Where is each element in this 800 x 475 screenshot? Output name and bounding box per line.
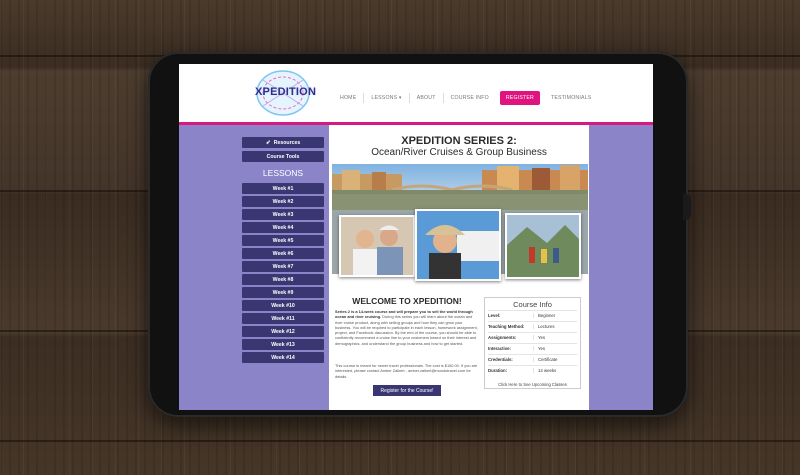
info-value: Yes [533, 335, 577, 341]
info-row-credentials: Credentials: Certificate [488, 354, 577, 365]
upcoming-classes-link[interactable]: Click Here to See Upcoming Classes [485, 382, 580, 387]
page-subtitle: Ocean/River Cruises & Group Business [371, 147, 547, 158]
info-key: Assignments: [488, 335, 517, 341]
sidebar-week-2[interactable]: Week #2 [242, 196, 324, 207]
info-value: Beginner [533, 313, 577, 319]
sidebar-week-9[interactable]: Week #9 [242, 287, 324, 298]
nav-course-info[interactable]: COURSE INFO [444, 95, 496, 101]
info-value: Lectures [533, 324, 577, 330]
info-value: Yes [533, 346, 577, 352]
info-key: Level: [488, 313, 501, 319]
resources-button[interactable]: ➶ Resources [242, 137, 324, 148]
info-key: Interactive: [488, 346, 511, 352]
nav-testimonials[interactable]: TESTIMONIALS [544, 95, 598, 101]
website-screen: XPEDITION HOME LESSONS ▾ ABOUT COURSE IN… [179, 64, 653, 410]
info-row-teaching-method: Teaching Method: Lectures [488, 321, 577, 332]
course-info-title: Course Info [513, 300, 552, 309]
lessons-heading: LESSONS [262, 168, 304, 178]
sidebar-week-3[interactable]: Week #3 [242, 209, 324, 220]
sidebar-week-7[interactable]: Week #7 [242, 261, 324, 272]
sidebar-week-6[interactable]: Week #6 [242, 248, 324, 259]
main-content: XPEDITION SERIES 2: Ocean/River Cruises … [329, 125, 589, 410]
sidebar-week-13[interactable]: Week #13 [242, 339, 324, 350]
logo-text: XPEDITION [255, 86, 317, 98]
course-info-box: Course Info Level: Beginner Teaching Meth… [484, 297, 581, 389]
register-course-button[interactable]: Register for the Course! [373, 385, 441, 396]
nav-home[interactable]: HOME [333, 95, 363, 101]
florence-river-photo [332, 164, 588, 210]
tablet-home-button [683, 194, 691, 220]
info-key: Credentials: [488, 357, 513, 363]
sidebar-week-8[interactable]: Week #8 [242, 274, 324, 285]
woman-cruise-photo [415, 209, 501, 281]
sidebar-week-1[interactable]: Week #1 [242, 183, 324, 194]
right-margin [589, 125, 653, 410]
info-row-duration: Duration: 14 weeks [488, 365, 577, 376]
resources-label: Resources [273, 139, 301, 146]
nav-about[interactable]: ABOUT [410, 95, 443, 101]
hikers-photo [505, 213, 581, 279]
nav-lessons[interactable]: LESSONS ▾ [364, 95, 408, 101]
course-description: Series 2 is a 14-week course and will pr… [335, 309, 479, 346]
info-key: Duration: [488, 368, 508, 374]
info-row-interactive: Interactive: Yes [488, 343, 577, 354]
info-row-assignments: Assignments: Yes [488, 332, 577, 343]
sidebar-week-12[interactable]: Week #12 [242, 326, 324, 337]
sidebar-week-10[interactable]: Week #10 [242, 300, 324, 311]
course-tools-button[interactable]: Course Tools [242, 151, 324, 162]
main-nav: HOME LESSONS ▾ ABOUT COURSE INFO REGISTE… [333, 91, 598, 105]
welcome-heading: WELCOME TO XPEDITION! [352, 296, 462, 306]
site-header: XPEDITION HOME LESSONS ▾ ABOUT COURSE IN… [179, 64, 653, 122]
couple-photo [339, 215, 415, 277]
sidebar-week-11[interactable]: Week #11 [242, 313, 324, 324]
description-text: During this series you will learn about … [335, 314, 478, 346]
course-cost-text: This course is meant for newer travel pr… [335, 363, 478, 379]
info-value: Certificate [533, 357, 577, 363]
rocket-icon: ➶ [265, 140, 271, 146]
info-key: Teaching Method: [488, 324, 525, 330]
nav-register-button[interactable]: REGISTER [499, 91, 540, 105]
info-row-level: Level: Beginner [488, 310, 577, 321]
xpedition-logo[interactable]: XPEDITION [255, 68, 317, 118]
page-title: XPEDITION SERIES 2: [401, 135, 517, 147]
sidebar-week-5[interactable]: Week #5 [242, 235, 324, 246]
info-value: 14 weeks [533, 368, 577, 374]
sidebar-week-14[interactable]: Week #14 [242, 352, 324, 363]
sidebar-week-4[interactable]: Week #4 [242, 222, 324, 233]
